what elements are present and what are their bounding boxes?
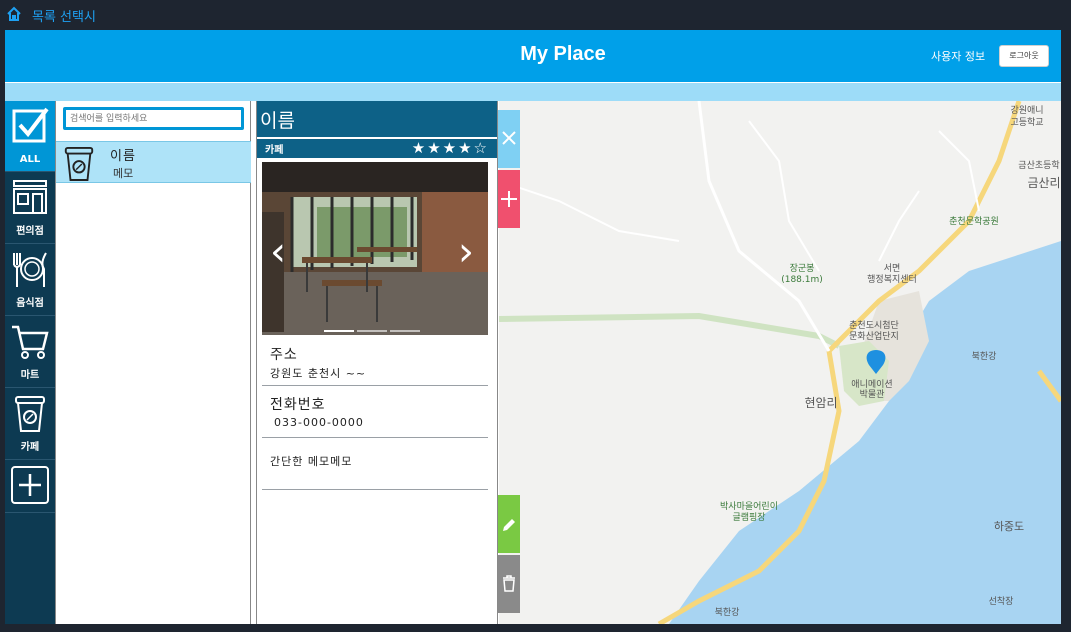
star-icon: ★ (458, 139, 474, 157)
map-label: 북한강 (972, 351, 997, 362)
breadcrumb[interactable]: 목록 선택시 (32, 6, 96, 25)
star-rating[interactable]: ★★★★☆ (412, 141, 489, 156)
map-label: 장군봉 (790, 263, 815, 274)
detail-category: 카페 (265, 145, 284, 156)
list-item-memo: 메모 (113, 167, 134, 180)
add-category-button[interactable] (5, 461, 55, 513)
add-category-icon (11, 466, 49, 504)
map-label: 문화산업단지 (849, 331, 899, 342)
logout-button[interactable]: 로그아웃 (999, 45, 1049, 67)
category-convenience-store[interactable]: 편의점 (5, 173, 55, 244)
sub-header-bar (5, 83, 1061, 101)
map-canvas: 강원애니 고등학교 금산초등학 금산리 춘천문학공원 장군봉 (188.1m) … (499, 101, 1061, 624)
map-label: 강원애니 (1010, 105, 1043, 116)
cart-icon (12, 325, 49, 359)
carousel-dot (357, 330, 387, 332)
pencil-icon (503, 519, 515, 531)
plus-icon (501, 191, 517, 207)
category-mart[interactable]: 마트 (5, 317, 55, 388)
map-label: (188.1m) (781, 275, 823, 285)
list-item-name: 이름 (110, 149, 136, 164)
memo-value: 간단한 메모메모 (270, 455, 353, 468)
map-view[interactable]: 강원애니 고등학교 금산초등학 금산리 춘천문학공원 장군봉 (188.1m) … (499, 101, 1061, 624)
home-icon[interactable] (6, 6, 22, 22)
map-label: 춘천문학공원 (949, 216, 999, 227)
memo-section: 간단한 메모메모 (262, 438, 488, 490)
map-label: 금산리 (1027, 176, 1060, 190)
close-icon (502, 131, 516, 145)
topbar: 목록 선택시 (0, 0, 1071, 30)
place-list-panel: 이름 메모 (55, 101, 251, 624)
category-label: ALL (19, 154, 41, 165)
place-detail-panel: 이름 카페 ★★★★☆ ‹ › 주소 강원도 춘천시 ~~ 전화번호 033-0… (256, 101, 498, 624)
app-frame: My Place 사용자 정보 로그아웃 ALL 편의점 음식점 마트 카페 검… (5, 30, 1061, 624)
category-label: 편의점 (16, 226, 44, 237)
store-icon (13, 180, 47, 214)
close-detail-button[interactable] (498, 110, 520, 168)
checkbox-icon (12, 107, 49, 143)
map-label: 행정복지센터 (867, 273, 917, 285)
star-icon: ★ (442, 139, 459, 157)
category-all[interactable]: ALL (5, 101, 55, 172)
map-label: 고등학교 (1010, 117, 1043, 128)
carousel-next-icon[interactable]: › (458, 232, 474, 272)
delete-place-button[interactable] (498, 555, 520, 613)
coffee-cup-icon (15, 396, 45, 432)
detail-title: 이름 (257, 101, 497, 137)
category-cafe[interactable]: 카페 (5, 389, 55, 460)
star-empty-icon: ☆ (473, 139, 489, 157)
map-label: 금산초등학 (1018, 160, 1059, 171)
app-title: My Place (520, 43, 606, 65)
address-section: 주소 강원도 춘천시 ~~ (262, 341, 488, 386)
add-place-button[interactable] (498, 170, 520, 228)
category-label: 마트 (20, 370, 40, 381)
list-item[interactable]: 이름 메모 (56, 141, 251, 183)
phone-value: 033-000-0000 (274, 416, 364, 429)
map-label: 박물관 (860, 389, 885, 400)
map-label: 애니메이션 (851, 379, 892, 390)
coffee-cup-icon (64, 146, 94, 181)
address-label: 주소 (270, 347, 298, 363)
carousel-dot (390, 330, 420, 332)
carousel-dot (324, 330, 354, 332)
user-info-link[interactable]: 사용자 정보 (931, 48, 985, 64)
map-label: 춘천도시첨단 (849, 320, 899, 331)
map-label: 글램핑장 (732, 511, 765, 523)
category-label: 카페 (20, 442, 40, 453)
star-icon: ★ (427, 139, 443, 157)
map-label: 하중도 (994, 519, 1024, 533)
carousel-indicators (324, 317, 424, 332)
map-label: 북한강 (715, 607, 740, 618)
restaurant-icon (13, 252, 47, 287)
edit-place-button[interactable] (498, 495, 520, 553)
trash-icon (503, 575, 515, 592)
address-value: 강원도 춘천시 ~~ (270, 367, 367, 380)
app-header: My Place 사용자 정보 로그아웃 (5, 30, 1061, 82)
map-label: 선착장 (989, 596, 1014, 607)
category-label: 음식점 (16, 298, 44, 309)
star-icon: ★ (411, 139, 428, 157)
map-label: 서면 (884, 263, 901, 274)
place-photo-carousel[interactable]: ‹ › (262, 162, 488, 335)
detail-category-row: 카페 ★★★★☆ (257, 139, 497, 158)
cafe-interior-photo (262, 162, 488, 335)
category-restaurant[interactable]: 음식점 (5, 245, 55, 316)
carousel-prev-icon[interactable]: ‹ (270, 232, 286, 272)
map-label: 현암리 (804, 396, 837, 410)
phone-section: 전화번호 033-000-0000 (262, 386, 488, 438)
category-sidebar: ALL 편의점 음식점 마트 카페 (5, 101, 55, 624)
map-label: 박사마을어린이 (720, 501, 778, 512)
search-input[interactable] (63, 107, 244, 130)
phone-label: 전화번호 (270, 397, 326, 413)
